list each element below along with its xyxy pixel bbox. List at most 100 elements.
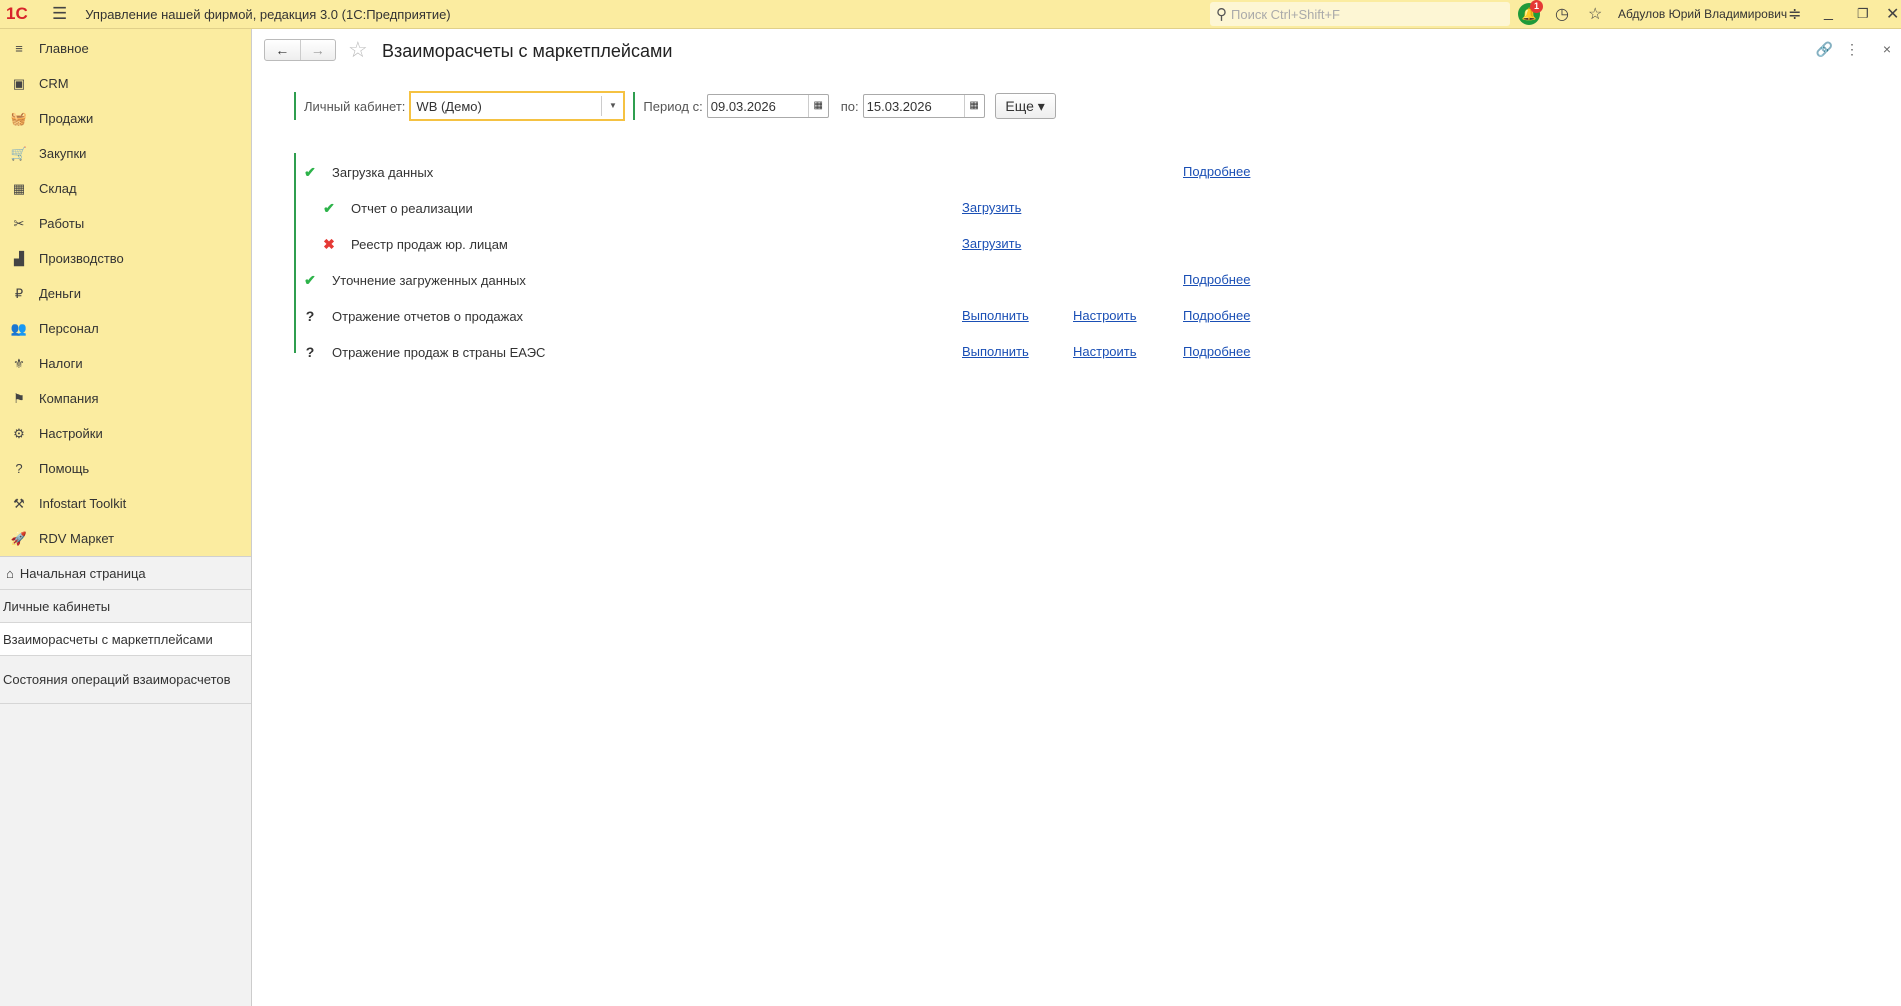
close-window-icon[interactable]: ✕ [1886,4,1899,24]
section-item[interactable]: ▣ CRM [0,66,251,101]
section-item[interactable]: ▦ Склад [0,171,251,206]
divider [294,92,296,120]
section-label: Компания [39,391,99,406]
open-window-item[interactable]: Взаиморасчеты с маркетплейсами [0,623,251,656]
link-icon[interactable]: 🔗 [1816,41,1833,58]
history-icon[interactable]: ◷ [1555,4,1569,24]
notification-count: 1 [1530,0,1543,13]
section-icon: ▣ [12,75,26,91]
section-icon: ⚑ [13,390,25,406]
section-item[interactable]: 🚀 RDV Маркет [0,521,251,556]
period-from-value[interactable]: 09.03.2026 [711,99,808,114]
1c-logo: 1С [6,4,28,23]
setup-link[interactable]: Настроить [1073,344,1137,359]
check-icon: ✔ [304,271,316,288]
details-link[interactable]: Подробнее [1183,344,1250,359]
back-button[interactable]: ← [265,40,300,60]
check-icon: ✔ [323,199,335,216]
section-item[interactable]: ≡ Главное [0,31,251,66]
steps-divider [294,153,296,353]
favorites-star-icon[interactable]: ☆ [1588,4,1602,24]
user-name[interactable]: Абдулов Юрий Владимирович [1618,7,1787,21]
step-row: ✔ Загрузка данных [302,162,1102,182]
close-form-icon[interactable]: × [1883,41,1891,57]
section-item[interactable]: ⚒ Infostart Toolkit [0,486,251,521]
section-label: CRM [39,76,69,91]
search-input[interactable]: ⚲ Поиск Ctrl+Shift+F [1210,2,1510,26]
section-icon: ? [15,461,23,476]
section-item[interactable]: ⚜ Налоги [0,346,251,381]
cabinet-select[interactable]: WB (Демо) ▼ [409,91,626,121]
section-item[interactable]: 👥 Персонал [0,311,251,346]
search-placeholder: Поиск Ctrl+Shift+F [1231,6,1340,22]
open-window-item[interactable]: Состояния операций взаиморасчетов [0,656,251,704]
section-item[interactable]: ? Помощь [0,451,251,486]
more-label: Еще [1005,98,1034,114]
section-label: Персонал [39,321,99,336]
section-panel: ≡ Главное ▣ CRM 🧺 Продажи 🛒 Закупки ▦ Склад ✂ Работ… [0,29,251,556]
load-link[interactable]: Загрузить [962,236,1021,251]
step-label: Реестр продаж юр. лицам [351,236,508,252]
open-window-item[interactable]: ⌂ Начальная страница [0,557,251,590]
section-item[interactable]: ⚙ Настройки [0,416,251,451]
period-to-value[interactable]: 15.03.2026 [867,99,964,114]
calendar-icon[interactable]: ▦ [807,95,828,117]
check-icon: ✔ [304,163,316,180]
forward-button[interactable]: → [299,40,336,60]
section-icon: ▦ [12,180,26,196]
section-icon: ⚒ [13,495,25,511]
question-icon: ? [305,308,315,324]
period-from-label: Период с: [643,98,703,114]
page-title: Взаиморасчеты с маркетплейсами [382,41,673,61]
section-icon: ✂ [13,215,25,231]
run-link[interactable]: Выполнить [962,344,1029,359]
settings-menu-icon[interactable]: ≑ [1788,4,1801,24]
open-window-label: Начальная страница [19,565,146,581]
section-item[interactable]: ⚑ Компания [0,381,251,416]
minimize-icon[interactable]: _ [1824,4,1833,22]
section-icon: 🛒 [10,145,28,161]
section-icon: ⚜ [13,355,25,371]
divider [633,92,636,120]
section-label: Закупки [39,146,87,161]
cabinet-label: Личный кабинет: [304,98,406,114]
more-actions-icon[interactable]: ⋮ [1845,41,1859,58]
period-to-field[interactable]: 15.03.2026 ▦ [862,94,985,118]
section-label: Работы [39,216,85,231]
section-item[interactable]: ₽ Деньги [0,276,251,311]
favorite-star-icon[interactable]: ☆ [348,37,368,63]
run-link[interactable]: Выполнить [962,308,1029,323]
restore-icon[interactable]: ❐ [1857,6,1869,22]
cabinet-value[interactable]: WB (Демо) [416,99,601,114]
details-link[interactable]: Подробнее [1183,272,1250,287]
section-icon: ⚙ [13,425,25,441]
details-link[interactable]: Подробнее [1183,164,1250,179]
calendar-icon[interactable]: ▦ [963,95,984,117]
setup-link[interactable]: Настроить [1073,308,1137,323]
details-link[interactable]: Подробнее [1183,308,1250,323]
main-content: ← → ☆ Взаиморасчеты с маркетплейсами 🔗 ⋮ … [252,29,1901,1006]
open-window-label: Личные кабинеты [3,598,111,614]
question-icon: ? [305,344,315,360]
main-menu-icon[interactable]: ☰ [52,4,67,24]
app-title: Управление нашей фирмой, редакция 3.0 (1… [85,6,451,22]
load-link[interactable]: Загрузить [962,200,1021,215]
open-window-item[interactable]: Личные кабинеты [0,590,251,623]
period-from-field[interactable]: 09.03.2026 ▦ [706,94,829,118]
section-icon: ▟ [14,250,24,266]
section-item[interactable]: 🛒 Закупки [0,136,251,171]
chevron-down-icon[interactable]: ▼ [601,96,623,116]
period-to-label: по: [840,98,859,114]
section-icon: 🧺 [10,110,28,126]
section-label: Склад [39,181,77,196]
section-item[interactable]: ▟ Производство [0,241,251,276]
sidebar: ≡ Главное ▣ CRM 🧺 Продажи 🛒 Закупки ▦ Склад ✂ Работ… [0,29,252,1006]
more-button[interactable]: Еще ▾ [994,93,1056,119]
section-label: Деньги [39,286,81,301]
home-icon: ⌂ [6,565,14,581]
section-item[interactable]: 🧺 Продажи [0,101,251,136]
step-label: Отражение отчетов о продажах [332,308,524,324]
step-label: Загрузка данных [332,164,434,180]
section-item[interactable]: ✂ Работы [0,206,251,241]
filter-bar: Личный кабинет: WB (Демо) ▼ Период с: 09.… [294,91,1056,121]
